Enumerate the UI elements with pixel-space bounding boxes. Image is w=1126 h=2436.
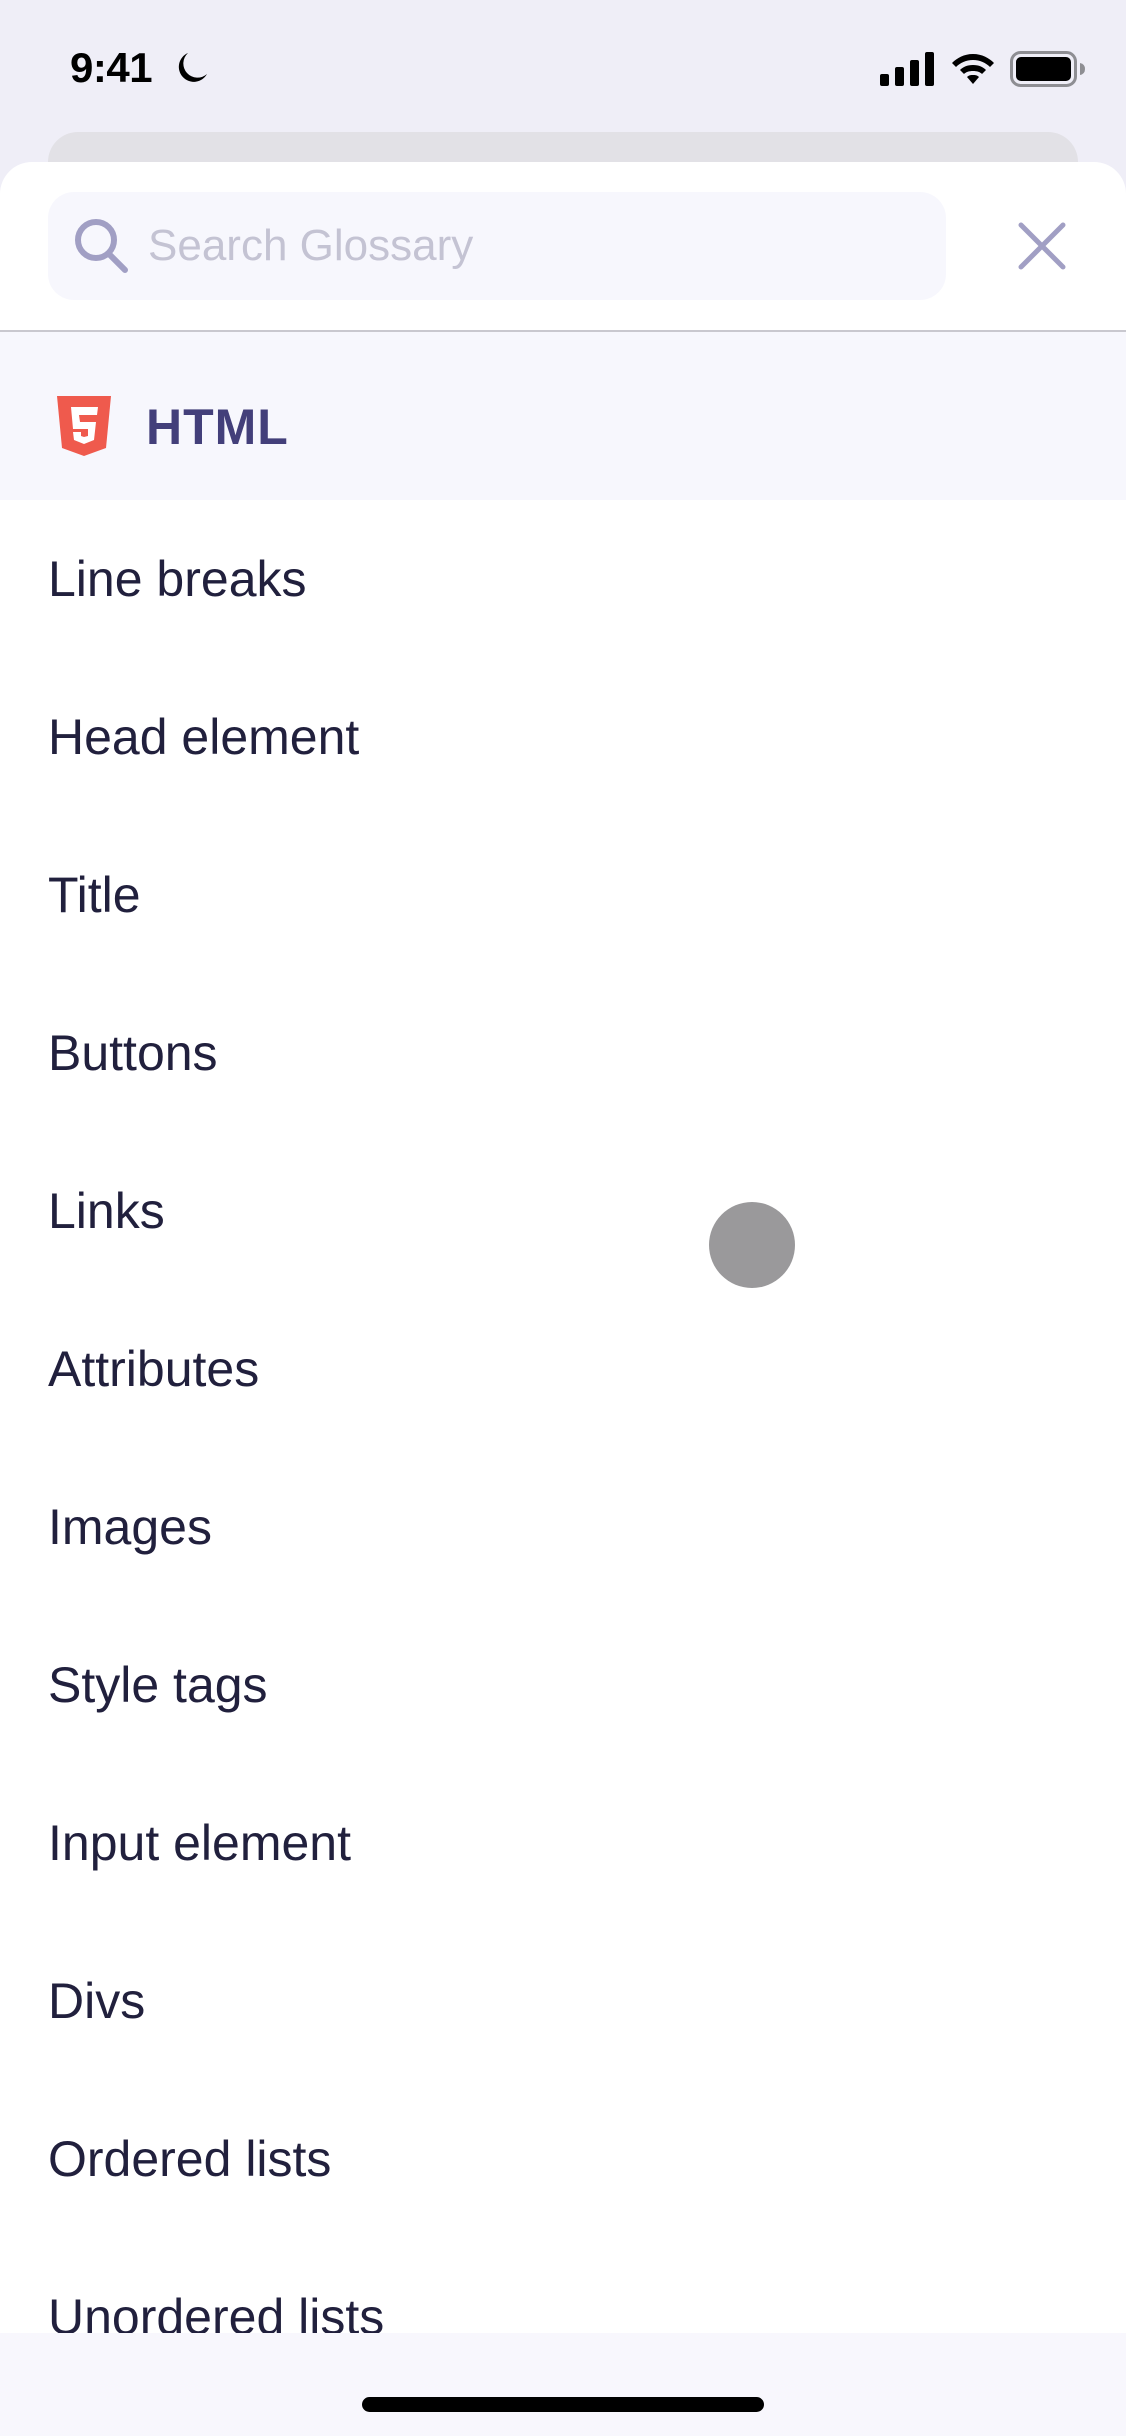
list-item[interactable]: Buttons (0, 974, 1126, 1132)
status-time: 9:41 (70, 44, 153, 91)
search-icon (75, 219, 128, 273)
glossary-list: Line breaks Head element Title Buttons L… (0, 500, 1126, 2396)
wifi-icon (952, 54, 994, 84)
bottom-safe-area (0, 2333, 1126, 2436)
touch-indicator (709, 1202, 795, 1288)
list-item[interactable]: Attributes (0, 1290, 1126, 1448)
status-bar: 9:41 (0, 0, 1126, 120)
search-input[interactable] (148, 192, 928, 300)
close-button[interactable] (1008, 212, 1076, 280)
cellular-signal-icon (880, 52, 934, 86)
search-field[interactable] (48, 192, 946, 300)
moon-icon (178, 53, 207, 82)
close-icon (1018, 222, 1066, 270)
list-item[interactable]: Links (0, 1132, 1126, 1290)
list-item[interactable]: Ordered lists (0, 2080, 1126, 2238)
glossary-sheet: HTML Line breaks Head element Title Butt… (0, 162, 1126, 2436)
list-item[interactable]: Input element (0, 1764, 1126, 1922)
list-item[interactable]: Style tags (0, 1606, 1126, 1764)
home-indicator[interactable] (362, 2397, 764, 2412)
html5-icon (57, 396, 111, 456)
list-item[interactable]: Divs (0, 1922, 1126, 2080)
list-item[interactable]: Images (0, 1448, 1126, 1606)
section-title: HTML (146, 399, 289, 455)
battery-icon (1010, 51, 1085, 87)
list-item[interactable]: Head element (0, 658, 1126, 816)
list-item[interactable]: Title (0, 816, 1126, 974)
section-header-html: HTML (0, 332, 1126, 500)
list-item[interactable]: Line breaks (0, 500, 1126, 658)
